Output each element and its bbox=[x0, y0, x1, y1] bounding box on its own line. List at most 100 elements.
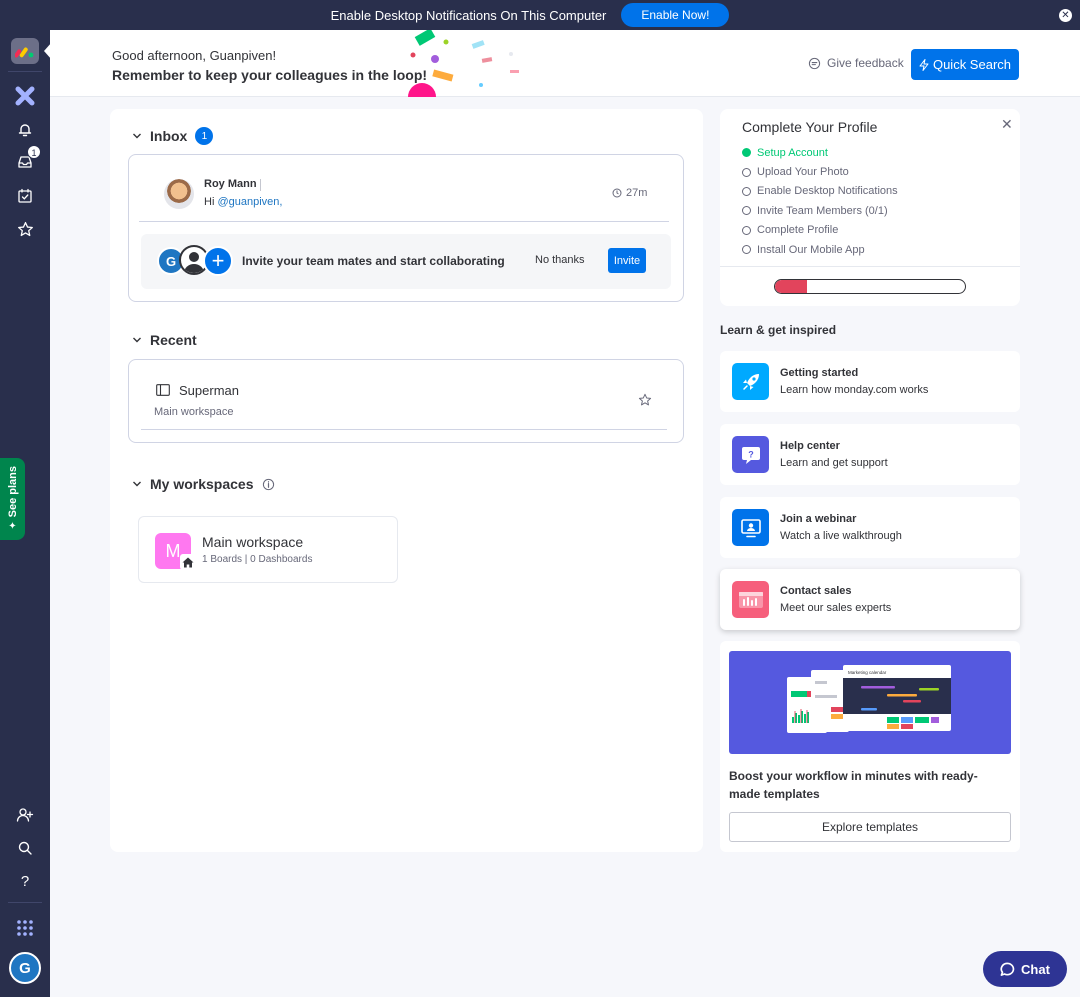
profile-steps: Setup Account Upload Your Photo Enable Des… bbox=[742, 143, 898, 259]
greeting-subtitle: Remember to keep your colleagues in the … bbox=[112, 67, 428, 83]
inbox-section-toggle[interactable]: Inbox 1 bbox=[132, 127, 214, 145]
card-subtitle: Watch a live walkthrough bbox=[780, 530, 902, 542]
chevron-down-icon bbox=[133, 481, 141, 487]
help-icon[interactable]: ? bbox=[13, 869, 37, 893]
profile-progress-bar bbox=[774, 279, 966, 294]
quick-search-label: Quick Search bbox=[932, 57, 1012, 72]
my-work-icon[interactable] bbox=[13, 184, 37, 208]
chat-button[interactable]: Chat bbox=[983, 951, 1067, 987]
message-time: 27m bbox=[612, 187, 647, 199]
search-icon[interactable] bbox=[13, 836, 37, 860]
circle-icon bbox=[742, 206, 751, 216]
profile-step[interactable]: Complete Profile bbox=[742, 221, 898, 240]
info-icon[interactable] bbox=[262, 478, 275, 491]
sidebar-divider bbox=[8, 71, 42, 72]
invite-text: Invite your team mates and start collabo… bbox=[242, 254, 505, 268]
page-header: Good afternoon, Guanpiven! Remember to k… bbox=[50, 30, 1080, 97]
close-icon[interactable]: ✕ bbox=[1059, 9, 1072, 22]
user-avatar[interactable]: G bbox=[9, 952, 41, 984]
workspaces-icon[interactable] bbox=[13, 84, 37, 108]
invite-button[interactable]: Invite bbox=[608, 248, 646, 273]
sparkle-icon: ✦ bbox=[8, 520, 17, 532]
profile-step-label: Setup Account bbox=[757, 146, 828, 159]
add-icon[interactable]: + bbox=[203, 246, 233, 276]
left-sidebar: 1 See plans ✦ ? G bbox=[0, 30, 52, 997]
circle-icon bbox=[742, 186, 751, 196]
feedback-icon bbox=[808, 57, 821, 69]
progress-fill bbox=[775, 280, 808, 293]
inbox-count-badge: 1 bbox=[195, 127, 214, 145]
recent-title: Recent bbox=[150, 332, 197, 348]
enable-now-button[interactable]: Enable Now! bbox=[621, 3, 730, 27]
profile-step[interactable]: Invite Team Members (0/1) bbox=[742, 201, 898, 220]
message-greeting: Hi bbox=[204, 196, 218, 208]
invite-icon[interactable] bbox=[13, 803, 37, 827]
star-icon[interactable] bbox=[638, 393, 652, 407]
divider bbox=[720, 266, 1020, 267]
card-title: Getting started bbox=[780, 367, 859, 379]
lightning-icon bbox=[919, 58, 929, 71]
sidebar-divider bbox=[8, 902, 42, 903]
card-title: Join a webinar bbox=[780, 513, 857, 525]
inbox-title: Inbox bbox=[150, 128, 188, 144]
check-circle-icon bbox=[742, 148, 751, 158]
profile-step-label: Enable Desktop Notifications bbox=[757, 185, 898, 198]
see-plans-button[interactable]: See plans ✦ bbox=[0, 458, 25, 540]
webinar-icon bbox=[732, 509, 769, 546]
board-workspace: Main workspace bbox=[154, 406, 234, 418]
card-subtitle: Learn and get support bbox=[780, 457, 888, 469]
profile-step[interactable]: Setup Account bbox=[742, 143, 898, 162]
templates-preview-image[interactable]: Marketing calendar bbox=[729, 651, 1011, 754]
mention-link[interactable]: @guanpiven, bbox=[217, 196, 282, 208]
profile-step[interactable]: Enable Desktop Notifications bbox=[742, 182, 898, 201]
profile-title: Complete Your Profile bbox=[742, 119, 878, 135]
contact-sales-card[interactable]: Contact sales Meet our sales experts bbox=[720, 569, 1020, 630]
explore-templates-button[interactable]: Explore templates bbox=[729, 812, 1011, 842]
profile-step[interactable]: Install Our Mobile App bbox=[742, 240, 898, 259]
time-label: 27m bbox=[626, 187, 648, 199]
inbox-message[interactable]: Roy Mann Hi @guanpiven, 27m bbox=[139, 155, 669, 222]
confetti-decoration bbox=[408, 30, 519, 97]
help-chat-icon: ? bbox=[732, 436, 769, 473]
quick-search-button[interactable]: Quick Search bbox=[911, 49, 1019, 80]
recent-card[interactable]: Superman Main workspace bbox=[128, 359, 684, 443]
favorites-icon[interactable] bbox=[13, 217, 37, 241]
logo-icon[interactable] bbox=[11, 38, 39, 64]
profile-step[interactable]: Upload Your Photo bbox=[742, 162, 898, 181]
divider bbox=[260, 179, 261, 191]
templates-text: Boost your workflow in minutes with read… bbox=[729, 769, 978, 801]
workspaces-section-toggle[interactable]: My workspaces bbox=[132, 476, 275, 492]
workspace-meta: 1 Boards | 0 Dashboards bbox=[202, 554, 313, 565]
recent-section-toggle[interactable]: Recent bbox=[132, 332, 197, 348]
no-thanks-button[interactable]: No thanks bbox=[535, 254, 585, 266]
svg-text:?: ? bbox=[748, 449, 754, 459]
chat-label: Chat bbox=[1021, 961, 1050, 977]
card-subtitle: Meet our sales experts bbox=[780, 602, 892, 614]
help-center-card[interactable]: ? Help center Learn and get support bbox=[720, 424, 1020, 485]
join-webinar-card[interactable]: Join a webinar Watch a live walkthrough bbox=[720, 497, 1020, 558]
chevron-down-icon bbox=[133, 337, 141, 343]
notification-text: Enable Desktop Notifications On This Com… bbox=[330, 7, 607, 23]
profile-step-label: Complete Profile bbox=[757, 224, 839, 237]
profile-step-label: Invite Team Members (0/1) bbox=[757, 204, 888, 217]
rocket-icon bbox=[732, 363, 769, 400]
main-panel: Inbox 1 Roy Mann Hi @guanpiven, 27m G + … bbox=[110, 109, 703, 852]
circle-icon bbox=[742, 167, 751, 177]
inbox-badge: 1 bbox=[27, 145, 41, 159]
inbox-card: Roy Mann Hi @guanpiven, 27m G + Invite y… bbox=[128, 154, 684, 302]
bell-icon[interactable] bbox=[13, 118, 37, 142]
complete-profile-card: Complete Your Profile ✕ Setup Account Upl… bbox=[720, 109, 1020, 306]
card-subtitle: Learn how monday.com works bbox=[780, 384, 929, 396]
getting-started-card[interactable]: Getting started Learn how monday.com wor… bbox=[720, 351, 1020, 412]
circle-icon bbox=[742, 245, 751, 255]
card-title: Contact sales bbox=[780, 585, 852, 597]
greeting: Good afternoon, Guanpiven! bbox=[112, 48, 277, 63]
apps-icon[interactable] bbox=[13, 916, 37, 940]
circle-icon bbox=[742, 225, 751, 235]
give-feedback-link[interactable]: Give feedback bbox=[808, 56, 904, 70]
workspace-card[interactable]: M Main workspace 1 Boards | 0 Dashboards bbox=[138, 516, 398, 583]
template-preview-title: Marketing calendar bbox=[848, 670, 887, 675]
close-icon[interactable]: ✕ bbox=[1001, 116, 1013, 133]
board-name: Superman bbox=[179, 383, 239, 398]
message-body: Hi @guanpiven, bbox=[204, 196, 282, 208]
